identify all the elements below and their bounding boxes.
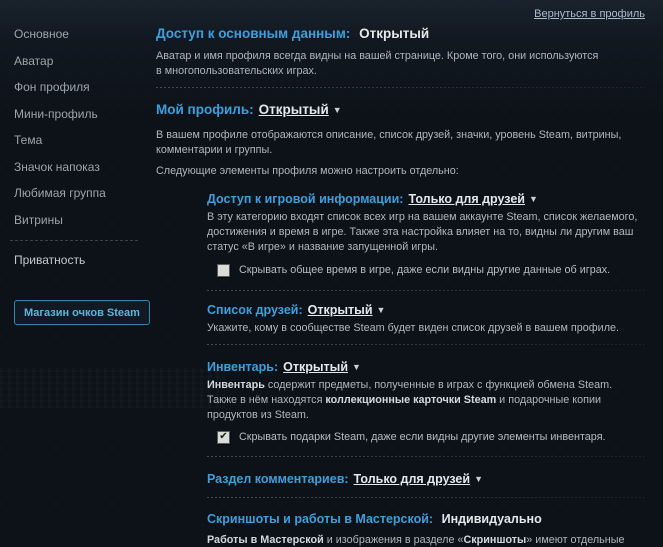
game-info-header: Доступ к игровой информации: Только для д… [207, 191, 645, 207]
privacy-settings-content: Вернуться в профиль Доступ к основным да… [156, 0, 645, 547]
basic-data-description: Аватар и имя профиля всегда видны на ваш… [156, 49, 601, 79]
hide-gifts-row: ✔ Скрывать подарки Steam, даже если видн… [217, 430, 645, 444]
section-friends-list: Список друзей: Открытый ▼ Укажите, кому в … [207, 302, 645, 345]
chevron-down-icon[interactable]: ▼ [352, 359, 361, 375]
sidebar-item-favorite-group[interactable]: Любимая группа [14, 187, 144, 200]
inventory-desc-bold: коллекционные карточки Steam [325, 394, 496, 406]
chevron-down-icon[interactable]: ▼ [474, 471, 483, 487]
screenshots-label: Скриншоты и работы в Мастерской: [207, 512, 433, 526]
section-divider [207, 456, 645, 457]
comments-label: Раздел комментариев: [207, 472, 349, 486]
section-inventory: Инвентарь: Открытый ▼ Инвентарь содержит п… [207, 359, 645, 457]
section-my-profile: Мой профиль: Открытый ▼ В вашем профиле от… [156, 101, 645, 179]
basic-data-value: Открытый [359, 26, 429, 41]
my-profile-description: В вашем профиле отображаются описание, с… [156, 128, 645, 158]
hide-playtime-checkbox[interactable]: ✔ [217, 264, 230, 277]
separate-settings-note: Следующие элементы профиля можно настрои… [156, 164, 645, 179]
my-profile-dropdown[interactable]: Открытый [259, 102, 329, 117]
sidebar-divider [10, 240, 138, 241]
screenshots-header: Скриншоты и работы в Мастерской: Индивид… [207, 511, 645, 527]
section-divider [156, 87, 645, 88]
screenshots-value: Индивидуально [442, 512, 542, 526]
my-profile-header: Мой профиль: Открытый ▼ [156, 101, 645, 119]
basic-data-label: Доступ к основным данным: [156, 26, 350, 41]
inventory-desc-bold: Инвентарь [207, 379, 265, 391]
inventory-label: Инвентарь: [207, 360, 278, 374]
section-screenshots-workshop: Скриншоты и работы в Мастерской: Индивид… [207, 511, 645, 547]
sidebar-item-profile-background[interactable]: Фон профиля [14, 81, 144, 94]
comments-dropdown[interactable]: Только для друзей [354, 472, 471, 486]
screenshots-desc-bold: Скриншоты [463, 534, 526, 546]
chevron-down-icon[interactable]: ▼ [377, 302, 386, 318]
sidebar-item-avatar[interactable]: Аватар [14, 55, 144, 68]
basic-data-header: Доступ к основным данным: Открытый [156, 25, 645, 42]
game-info-description: В эту категорию входят список всех игр н… [207, 210, 645, 255]
section-comments: Раздел комментариев: Только для друзей▼ [207, 471, 645, 498]
sidebar-item-featured-badge[interactable]: Значок напоказ [14, 161, 144, 174]
steam-privacy-settings-page: Основное Аватар Фон профиля Мини-профиль… [0, 0, 663, 547]
section-divider [207, 290, 645, 291]
section-divider [207, 344, 645, 345]
game-info-dropdown[interactable]: Только для друзей [408, 192, 525, 206]
my-profile-label: Мой профиль: [156, 102, 254, 117]
screenshots-desc-bold: Работы в Мастерской [207, 534, 324, 546]
sidebar-item-general[interactable]: Основное [14, 28, 144, 41]
friends-list-description: Укажите, кому в сообществе Steam будет в… [207, 321, 645, 336]
chevron-down-icon[interactable]: ▼ [333, 102, 342, 119]
inventory-dropdown[interactable]: Открытый [283, 360, 348, 374]
comments-header: Раздел комментариев: Только для друзей▼ [207, 471, 645, 487]
hide-playtime-row: ✔ Скрывать общее время в игре, даже если… [217, 263, 645, 277]
return-to-profile-link[interactable]: Вернуться в профиль [534, 8, 645, 20]
privacy-subsections: Доступ к игровой информации: Только для д… [207, 191, 645, 547]
friends-list-header: Список друзей: Открытый ▼ [207, 302, 645, 318]
screenshots-description: Работы в Мастерской и изображения в разд… [207, 533, 645, 547]
sidebar-item-showcases[interactable]: Витрины [14, 214, 144, 227]
inventory-description: Инвентарь содержит предметы, полученные … [207, 378, 645, 423]
sidebar-item-theme[interactable]: Тема [14, 134, 144, 147]
checkmark-icon: ✔ [218, 431, 229, 442]
screenshots-desc-text: и изображения в разделе « [324, 534, 464, 546]
friends-list-label: Список друзей: [207, 303, 303, 317]
sidebar-item-mini-profile[interactable]: Мини-профиль [14, 108, 144, 121]
inventory-header: Инвентарь: Открытый ▼ [207, 359, 645, 375]
hide-gifts-checkbox[interactable]: ✔ [217, 431, 230, 444]
return-row: Вернуться в профиль [156, 0, 645, 21]
points-shop-button[interactable]: Магазин очков Steam [14, 300, 150, 325]
chevron-down-icon[interactable]: ▼ [529, 191, 538, 207]
sidebar-item-privacy[interactable]: Приватность [14, 254, 144, 267]
section-game-info: Доступ к игровой информации: Только для д… [207, 191, 645, 291]
profile-edit-sidebar: Основное Аватар Фон профиля Мини-профиль… [14, 28, 144, 325]
game-info-label: Доступ к игровой информации: [207, 192, 403, 206]
hide-gifts-label[interactable]: Скрывать подарки Steam, даже если видны … [239, 430, 606, 444]
hide-playtime-label[interactable]: Скрывать общее время в игре, даже если в… [239, 263, 610, 277]
section-basic-data: Доступ к основным данным: Открытый Авата… [156, 25, 645, 88]
section-divider [207, 497, 645, 498]
friends-list-dropdown[interactable]: Открытый [308, 303, 373, 317]
